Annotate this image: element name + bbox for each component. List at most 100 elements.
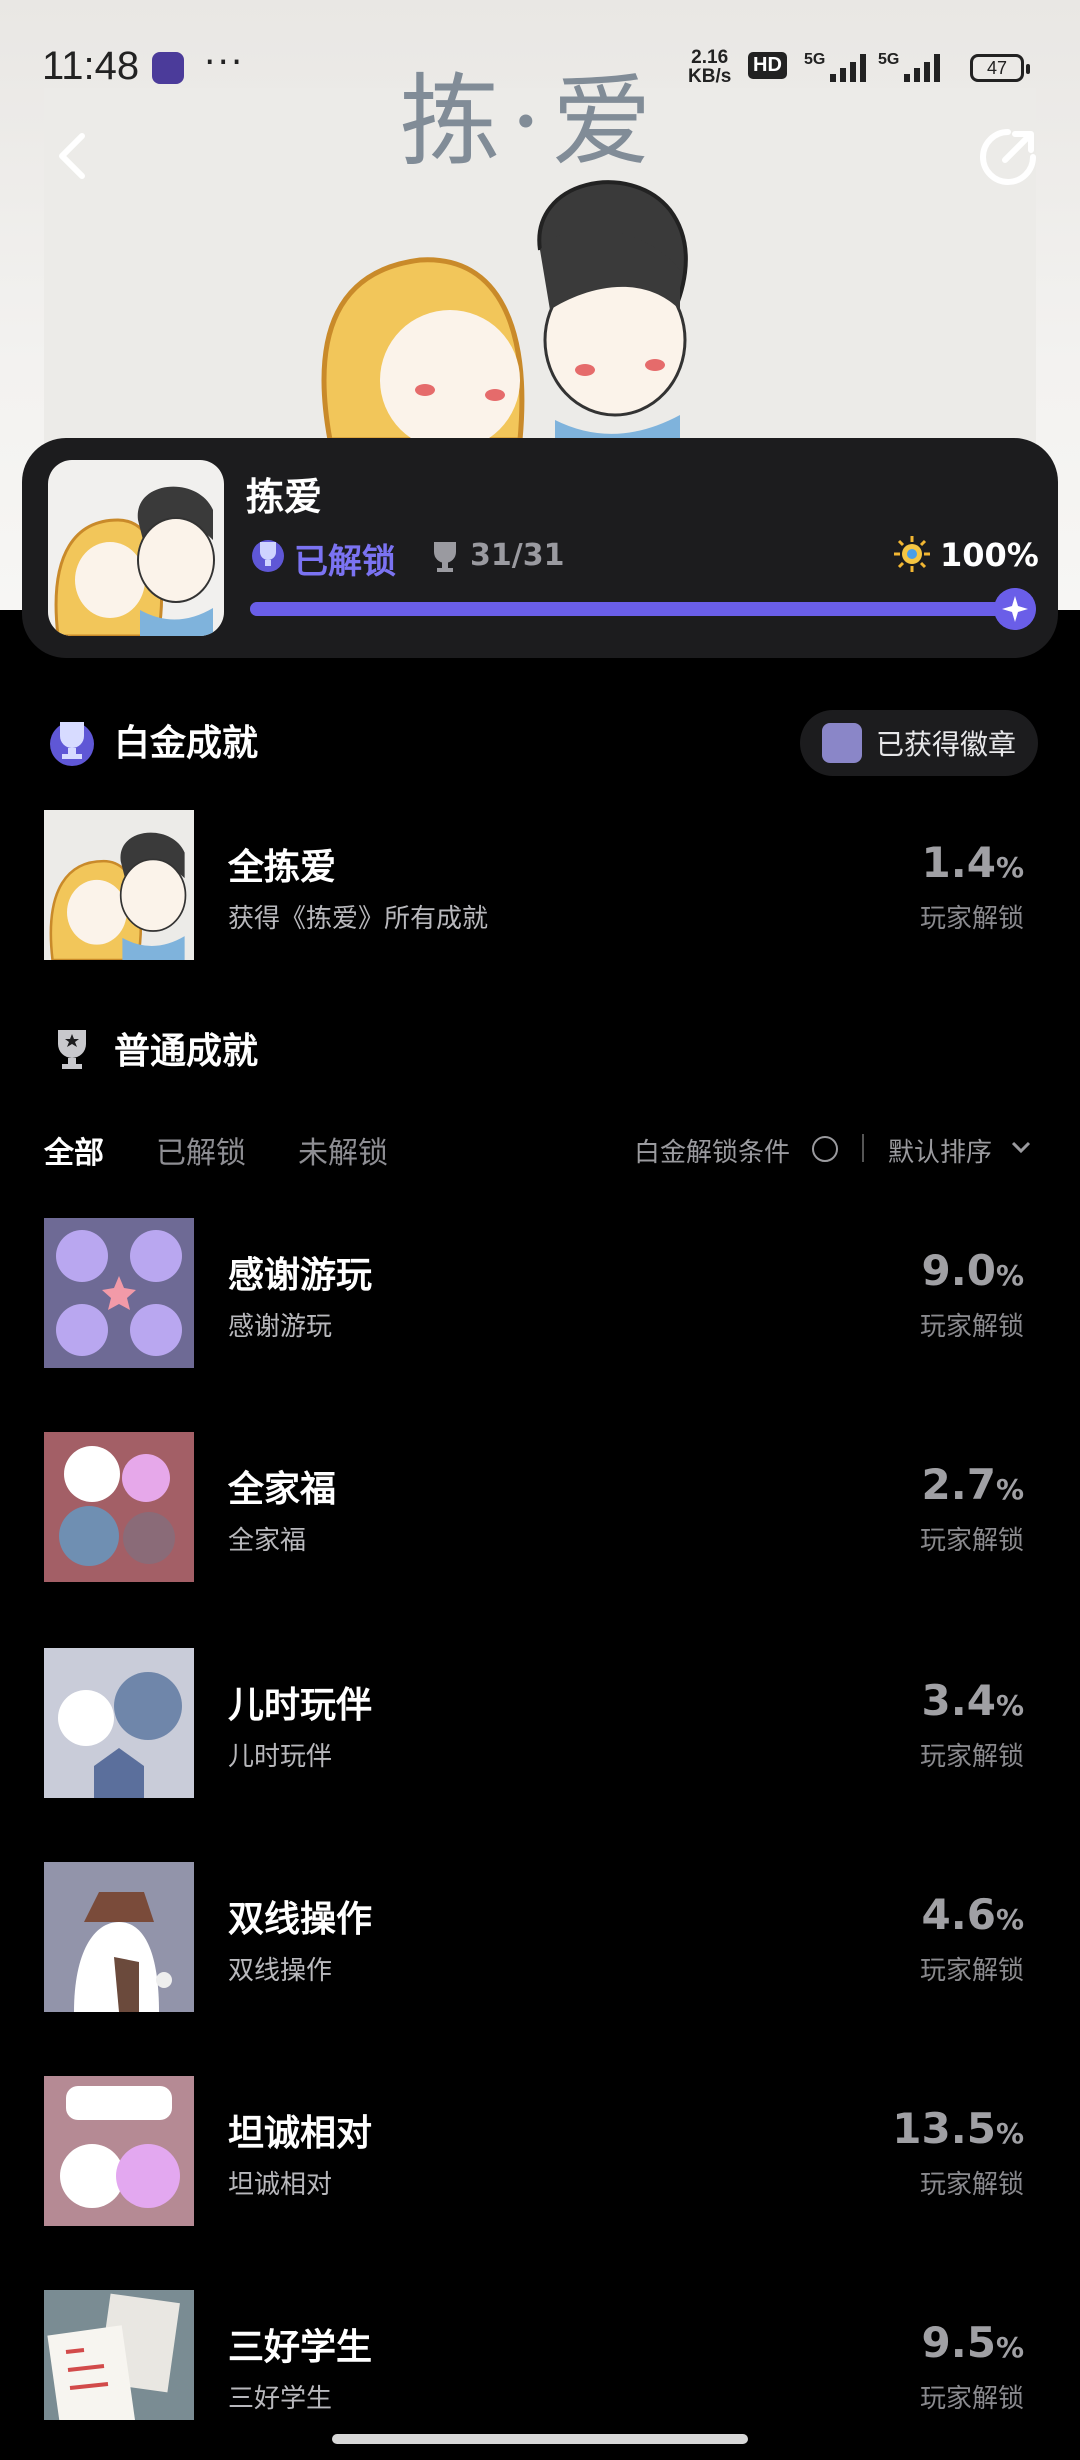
achievement-thumbnail — [44, 2290, 194, 2420]
badge-icon — [822, 723, 862, 763]
progress-bar-fill — [250, 602, 1022, 616]
home-indicator[interactable] — [332, 2434, 748, 2444]
chevron-down-icon[interactable] — [1010, 1136, 1032, 1158]
platinum-condition-label[interactable]: 白金解锁条件 — [634, 1132, 790, 1169]
achievement-count: 31/31 — [470, 538, 565, 573]
achievement-row[interactable]: 坦诚相对 坦诚相对 13.5% 玩家解锁 — [44, 2076, 1036, 2226]
achievement-row[interactable]: 全家福 全家福 2.7% 玩家解锁 — [44, 1432, 1036, 1582]
unlock-rate-unit: % — [995, 2331, 1024, 2364]
completion-sun-icon — [894, 536, 930, 572]
unlock-rate: 1.4% — [922, 838, 1024, 887]
signal-2-label: 5G — [878, 51, 899, 68]
signal-1-icon: 5G — [804, 51, 866, 82]
unlock-status: 已解锁 — [294, 542, 396, 582]
achievement-row[interactable]: 双线操作 双线操作 4.6% 玩家解锁 — [44, 1862, 1036, 2012]
sort-dropdown[interactable]: 默认排序 — [888, 1132, 992, 1169]
back-button[interactable] — [44, 126, 104, 186]
achievement-thumbnail — [44, 2076, 194, 2226]
unlock-rate: 9.5% — [922, 2318, 1024, 2367]
achievement-description: 坦诚相对 — [228, 2170, 333, 2200]
normal-section-header: 普通成就 — [44, 1020, 258, 1076]
signal-2-icon: 5G — [878, 51, 940, 82]
unlock-rate-value: 13.5 — [892, 2104, 996, 2153]
unlock-rate: 4.6% — [922, 1890, 1024, 1939]
filter-tab-unlocked[interactable]: 已解锁 — [156, 1128, 246, 1172]
unlock-rate-label: 玩家解锁 — [919, 1312, 1024, 1342]
battery-icon: 47 — [970, 54, 1030, 82]
honest-illustration — [60, 2086, 180, 2208]
unlock-rate: 3.4% — [922, 1676, 1024, 1725]
trophy-icon — [434, 542, 456, 572]
achievement-description: 获得《拣爱》所有成就 — [228, 904, 489, 934]
progress-star-icon — [994, 588, 1036, 630]
unlock-rate-label: 玩家解锁 — [919, 2384, 1024, 2414]
detective-illustration — [74, 1892, 172, 2012]
share-button[interactable] — [975, 124, 1041, 190]
platinum-condition-radio[interactable] — [812, 1136, 838, 1162]
thanks-illustration — [56, 1230, 182, 1356]
achievement-title: 全家福 — [228, 1469, 337, 1510]
achievement-thumbnail — [44, 1218, 194, 1368]
unlock-rate: 2.7% — [922, 1460, 1024, 1509]
achievement-thumbnail — [44, 810, 194, 960]
couple-illustration — [49, 832, 187, 960]
unlock-rate-value: 3.4 — [921, 1676, 996, 1725]
network-speed-unit: KB/s — [688, 66, 732, 87]
more-notifications-icon: ··· — [204, 42, 245, 83]
game-summary-card: 拣爱 已解锁 31/31 100% — [22, 438, 1058, 658]
achievement-description: 全家福 — [228, 1526, 307, 1556]
family-illustration — [59, 1446, 175, 1566]
unlock-rate-unit: % — [995, 1689, 1024, 1722]
hd-icon: HD — [748, 52, 787, 79]
platinum-section-header: 白金成就 — [44, 712, 258, 768]
unlock-rate-label: 玩家解锁 — [919, 2170, 1024, 2200]
unlock-rate-unit: % — [995, 2117, 1024, 2150]
unlock-rate-unit: % — [995, 851, 1024, 884]
exam-papers-illustration — [47, 2293, 180, 2420]
game-cover-image — [48, 460, 224, 636]
unlock-rate-value: 4.6 — [921, 1890, 996, 1939]
unlock-rate-label: 玩家解锁 — [919, 1956, 1024, 1986]
network-speed-value: 2.16 — [691, 47, 729, 68]
platinum-section-title: 白金成就 — [114, 723, 259, 764]
normal-section-title: 普通成就 — [114, 1031, 259, 1072]
earned-badge-button[interactable]: 已获得徽章 — [800, 710, 1038, 776]
unlock-rate-label: 玩家解锁 — [919, 1742, 1024, 1772]
platinum-achievement-row[interactable]: 全拣爱 获得《拣爱》所有成就 1.4% 玩家解锁 — [44, 810, 1036, 960]
unlock-rate-label: 玩家解锁 — [919, 904, 1024, 934]
earned-badge-label: 已获得徽章 — [876, 728, 1017, 761]
childhood-illustration — [58, 1672, 182, 1798]
completion-percent: 100% — [940, 536, 1039, 574]
progress-bar — [250, 588, 1036, 630]
achievement-thumbnail — [44, 1648, 194, 1798]
achievement-description: 双线操作 — [228, 1956, 333, 1986]
hero-characters-illustration — [321, 180, 688, 440]
filter-tab-locked[interactable]: 未解锁 — [298, 1128, 388, 1172]
unlock-rate-value: 1.4 — [921, 838, 996, 887]
filter-tab-all[interactable]: 全部 — [44, 1128, 104, 1172]
achievement-title: 双线操作 — [228, 1899, 373, 1940]
unlock-rate-value: 9.0 — [921, 1246, 996, 1295]
achievement-row[interactable]: 儿时玩伴 儿时玩伴 3.4% 玩家解锁 — [44, 1648, 1036, 1798]
achievement-thumbnail — [44, 1862, 194, 2012]
unlock-rate: 9.0% — [922, 1246, 1024, 1295]
unlock-rate-value: 2.7 — [921, 1460, 996, 1509]
achievement-row[interactable]: 三好学生 三好学生 9.5% 玩家解锁 — [44, 2290, 1036, 2420]
achievement-title: 三好学生 — [228, 2327, 373, 2368]
platinum-trophy-icon — [50, 722, 94, 766]
status-bar: 11:48 ··· 2.16 KB/s HD 5G 5G 47 — [0, 0, 1080, 130]
achievement-description: 三好学生 — [228, 2384, 333, 2414]
app-notification-icon — [152, 52, 184, 84]
unlock-rate-value: 9.5 — [921, 2318, 996, 2367]
achievement-description: 儿时玩伴 — [228, 1742, 333, 1772]
trophy-icon — [58, 1030, 86, 1069]
filter-divider — [862, 1134, 864, 1162]
achievement-description: 感谢游玩 — [228, 1312, 333, 1342]
achievement-thumbnail — [44, 1432, 194, 1582]
status-time: 11:48 — [42, 44, 140, 88]
unlock-rate-unit: % — [995, 1473, 1024, 1506]
filter-bar: 全部 已解锁 未解锁 白金解锁条件 默认排序 — [44, 1128, 1036, 1172]
unlock-rate: 13.5% — [892, 2104, 1024, 2153]
unlock-rate-unit: % — [995, 1903, 1024, 1936]
achievement-row[interactable]: 感谢游玩 感谢游玩 9.0% 玩家解锁 — [44, 1218, 1036, 1368]
